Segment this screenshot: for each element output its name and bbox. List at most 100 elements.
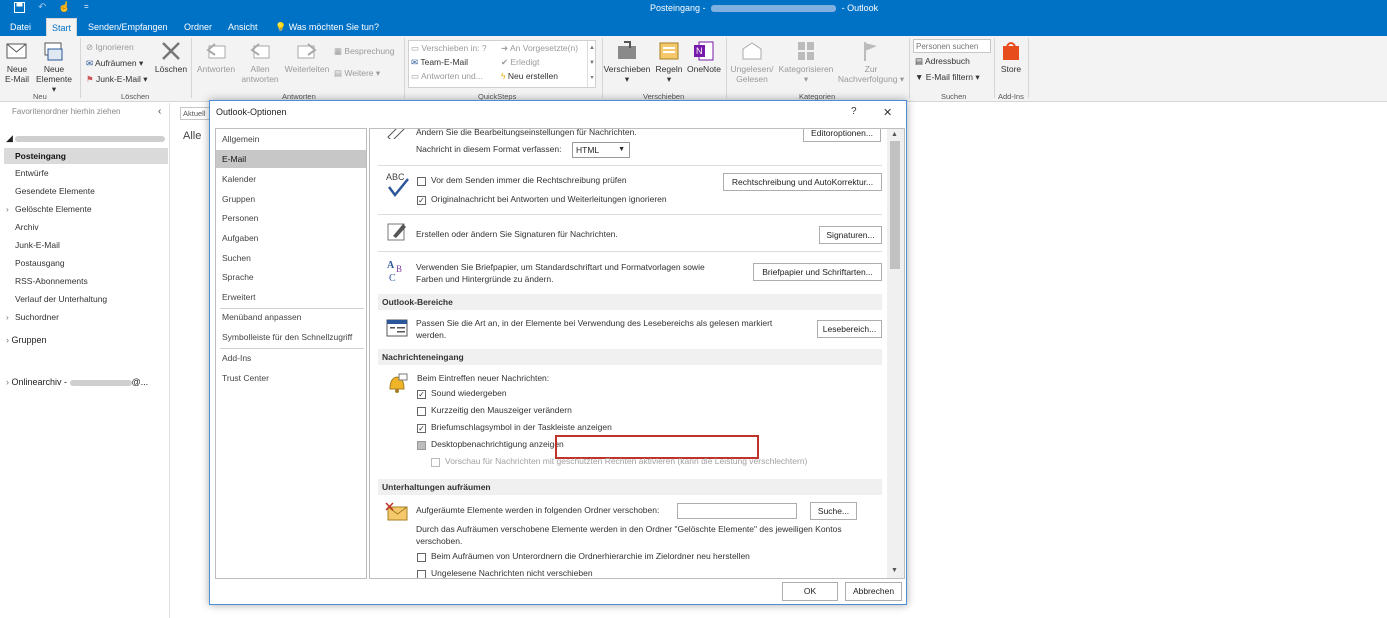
quickstep-team[interactable]: ✉ Team-E-Mail	[411, 57, 468, 68]
arrival-intro: Beim Eintreffen neuer Nachrichten:	[417, 373, 550, 383]
filter-mail-button[interactable]: ▼ E-Mail filtern ▾	[915, 72, 980, 83]
followup-button[interactable]: Zur Nachverfolgung ▾	[836, 40, 906, 84]
category-trustcenter[interactable]: Trust Center	[222, 373, 269, 383]
stationery-fonts-button[interactable]: Briefpapier und Schriftarten...	[753, 263, 882, 281]
online-archive-header[interactable]: › Onlinearchiv - @...	[6, 377, 148, 387]
filter-all[interactable]: Alle	[183, 130, 201, 142]
compose-format-select[interactable]: HTML ▼	[572, 142, 630, 158]
cleanup-folder-input[interactable]	[677, 503, 797, 519]
scroll-thumb[interactable]	[890, 141, 900, 269]
account-header[interactable]: ◢	[6, 133, 166, 144]
tell-me-box[interactable]: 💡 Was möchten Sie tun?	[270, 18, 384, 36]
quickstep-create[interactable]: ϟ Neu erstellen	[501, 71, 558, 81]
close-icon[interactable]: ✕	[883, 106, 892, 119]
editor-options-button[interactable]: Editoroptionen...	[803, 129, 881, 142]
addressbook-button[interactable]: ▤ Adressbuch	[915, 56, 970, 67]
folder-verlauf[interactable]: Verlauf der Unterhaltung	[15, 294, 107, 304]
more-respond-button[interactable]: ▤ Weitere ▾	[334, 68, 380, 79]
scroll-up-icon[interactable]: ▲	[891, 131, 898, 138]
rules-button[interactable]: Regeln ▾	[653, 40, 685, 84]
category-menueband[interactable]: Menüband anpassen	[222, 312, 301, 322]
customize-qat-icon[interactable]: =	[84, 2, 89, 11]
folder-entwuerfe[interactable]: Entwürfe	[15, 168, 49, 178]
gallery-scroll[interactable]: ▲ ▼ ▾	[587, 41, 596, 87]
category-sprache[interactable]: Sprache	[222, 272, 254, 282]
unread-read-button[interactable]: Ungelesen/ Gelesen	[728, 40, 776, 84]
quickstep-move[interactable]: ▭ Verschieben in: ?	[411, 43, 487, 54]
expand-arrow-icon[interactable]: ›	[6, 204, 9, 214]
onenote-button[interactable]: N OneNote	[685, 40, 723, 74]
svg-text:N: N	[696, 46, 703, 56]
folder-geloeschte[interactable]: › Gelöschte Elemente	[6, 204, 92, 214]
tab-senden-empfangen[interactable]: Senden/Empfangen	[83, 18, 173, 36]
help-button[interactable]: ?	[851, 106, 857, 117]
cancel-button[interactable]: Abbrechen	[845, 582, 902, 601]
tab-ansicht[interactable]: Ansicht	[223, 18, 263, 36]
folder-suchordner[interactable]: › Suchordner	[6, 312, 59, 322]
folder-posteingang[interactable]: Posteingang	[4, 148, 168, 164]
category-aufgaben[interactable]: Aufgaben	[222, 233, 258, 243]
folder-junk[interactable]: Junk-E-Mail	[15, 240, 60, 250]
forward-button[interactable]: Weiterleiten	[281, 40, 333, 74]
folder-archiv[interactable]: Archiv	[15, 222, 39, 232]
category-schnellzugriff[interactable]: Symbolleiste für den Schnellzugriff	[222, 332, 352, 342]
category-personen[interactable]: Personen	[222, 213, 258, 223]
category-addins[interactable]: Add-Ins	[222, 353, 251, 363]
reading-pane-button[interactable]: Lesebereich...	[817, 320, 882, 338]
expand-arrow-icon[interactable]: ›	[6, 312, 9, 322]
spell-check-checkbox[interactable]	[417, 177, 426, 186]
options-scrollbar[interactable]: ▲ ▼	[887, 129, 904, 578]
touch-mode-icon[interactable]: ☝	[58, 2, 70, 13]
quickstep-manager[interactable]: ➜ An Vorgesetzte(n)	[501, 43, 578, 54]
new-mail-button[interactable]: Neue E-Mail	[2, 40, 32, 84]
people-search-input[interactable]	[913, 39, 991, 53]
category-gruppen[interactable]: Gruppen	[222, 194, 255, 204]
envelope-icon-checkbox[interactable]: ✓	[417, 424, 426, 433]
folder-gesendete[interactable]: Gesendete Elemente	[15, 186, 95, 196]
cleanup-button[interactable]: ✉ Aufräumen ▾	[86, 58, 143, 69]
folder-postausgang[interactable]: Postausgang	[15, 258, 65, 268]
tab-ordner[interactable]: Ordner	[179, 18, 217, 36]
category-kalender[interactable]: Kalender	[222, 174, 256, 184]
folder-rss[interactable]: RSS-Abonnements	[15, 276, 88, 286]
scroll-down-icon[interactable]: ▼	[891, 567, 898, 574]
reply-button[interactable]: Antworten	[194, 40, 238, 74]
move-button[interactable]: Verschieben ▾	[603, 40, 651, 84]
category-allgemein[interactable]: Allgemein	[222, 134, 259, 144]
edit-settings-text: Ändern Sie die Bearbeitungseinstellungen…	[416, 128, 637, 137]
quickstep-reply-delete[interactable]: ▭ Antworten und...	[411, 71, 483, 82]
tell-me-label: Was möchten Sie tun?	[288, 22, 379, 32]
delete-button[interactable]: Löschen	[154, 40, 188, 74]
category-erweitert[interactable]: Erweitert	[222, 292, 256, 302]
tab-start[interactable]: Start	[46, 18, 78, 36]
keep-unread-checkbox[interactable]	[417, 570, 426, 578]
groups-header[interactable]: › Gruppen	[6, 335, 47, 345]
undo-icon[interactable]: ↶	[38, 2, 46, 13]
ignore-original-checkbox[interactable]: ✓	[417, 196, 426, 205]
browse-button[interactable]: Suche...	[810, 502, 857, 520]
reply-all-button[interactable]: Allen antworten	[238, 40, 282, 84]
quickstep-done[interactable]: ✔ Erledigt	[501, 57, 539, 68]
junk-button[interactable]: ⚑ Junk-E-Mail ▾	[86, 74, 148, 85]
spelling-autocorrect-button[interactable]: Rechtschreibung und AutoKorrektur...	[723, 173, 882, 191]
preview-rights-checkbox[interactable]	[431, 458, 440, 467]
categorize-button[interactable]: Kategorisieren ▾	[777, 40, 835, 84]
keep-hierarchy-checkbox[interactable]	[417, 553, 426, 562]
ok-button[interactable]: OK	[782, 582, 838, 601]
tab-datei[interactable]: Datei	[5, 18, 36, 36]
category-suchen[interactable]: Suchen	[222, 253, 251, 263]
change-pointer-checkbox[interactable]	[417, 407, 426, 416]
new-items-button[interactable]: Neue Elemente ▾	[33, 40, 75, 94]
ignore-button[interactable]: ⊘ Ignorieren	[86, 42, 134, 53]
signatures-button[interactable]: Signaturen...	[819, 226, 882, 244]
reply-all-label-2: antworten	[241, 74, 279, 84]
meeting-button[interactable]: ▦ Besprechung	[334, 46, 395, 57]
ribbon-separator	[1028, 38, 1029, 98]
store-button[interactable]: Store	[996, 40, 1026, 74]
cleanup-label: Aufräumen	[95, 58, 137, 68]
save-icon[interactable]	[14, 2, 25, 16]
collapse-pane-icon[interactable]: ‹	[158, 106, 161, 117]
play-sound-checkbox[interactable]: ✓	[417, 390, 426, 399]
desktop-alert-checkbox[interactable]	[417, 441, 426, 450]
category-email[interactable]: E-Mail	[216, 150, 366, 168]
